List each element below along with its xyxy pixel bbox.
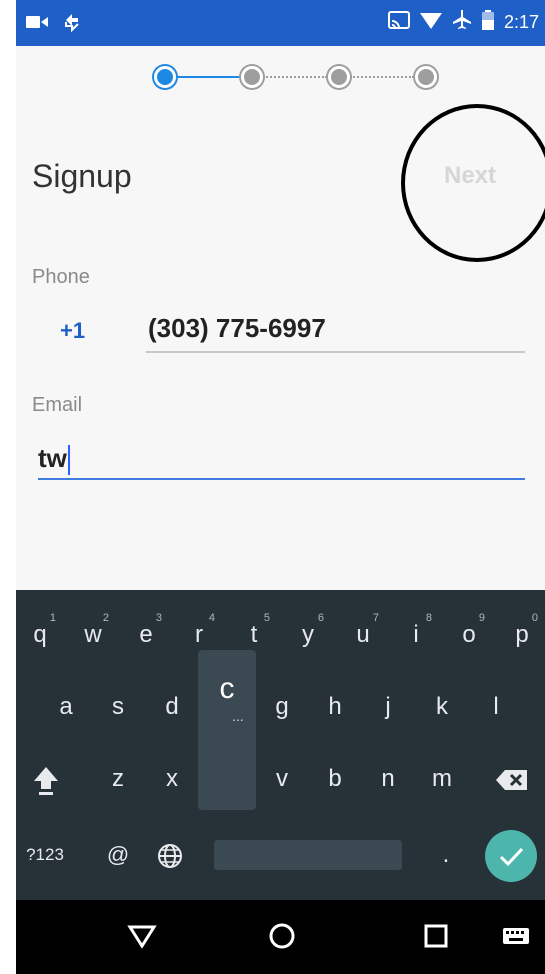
phone-input[interactable]: (303) 775-6997 — [148, 313, 326, 344]
key-s[interactable]: s — [96, 680, 140, 734]
key-j[interactable]: j — [366, 680, 410, 734]
popup-key-c[interactable]: c — [198, 672, 256, 706]
key-d[interactable]: d — [150, 680, 194, 734]
key-v[interactable]: v — [260, 752, 304, 806]
shift-key[interactable] — [24, 752, 68, 806]
page-title: Signup — [32, 158, 132, 194]
at-key[interactable]: @ — [96, 828, 140, 882]
key-a[interactable]: a — [44, 680, 88, 734]
home-button[interactable] — [252, 900, 312, 974]
key-p[interactable]: 0p — [500, 608, 544, 662]
key-k[interactable]: k — [420, 680, 464, 734]
shift-icon — [34, 766, 58, 795]
backspace-key[interactable] — [490, 752, 534, 806]
key-g[interactable]: g — [260, 680, 304, 734]
text-cursor — [67, 445, 70, 476]
space-key[interactable] — [214, 840, 402, 870]
battery-icon — [481, 10, 494, 35]
video-icon — [26, 14, 48, 35]
step-connector — [350, 76, 414, 78]
backspace-icon — [496, 769, 527, 790]
wifi-icon — [419, 11, 442, 34]
key-b[interactable]: b — [313, 752, 357, 806]
key-q[interactable]: 1q — [18, 608, 62, 662]
step-3-indicator — [328, 66, 350, 88]
checkmark-icon — [499, 847, 524, 867]
symbols-key[interactable]: ?123 — [20, 828, 70, 882]
step-4-indicator — [415, 66, 437, 88]
highlight-circle-annotation — [401, 104, 545, 262]
home-circle-icon — [269, 923, 295, 948]
key-popup: c ... — [198, 650, 256, 810]
recents-button[interactable] — [406, 900, 466, 974]
airplane-icon — [452, 10, 472, 35]
step-connector — [176, 76, 240, 78]
keyboard-icon — [503, 927, 529, 944]
key-l[interactable]: l — [474, 680, 518, 734]
back-button[interactable] — [112, 900, 172, 974]
key-w[interactable]: 2w — [71, 608, 115, 662]
key-m[interactable]: m — [420, 752, 464, 806]
key-y[interactable]: 6y — [286, 608, 330, 662]
phone-input-underline — [146, 351, 525, 353]
step-2-indicator — [241, 66, 263, 88]
status-bar: 2:17 — [16, 0, 545, 46]
popup-more-indicator: ... — [232, 708, 244, 724]
app-screen: 2:17 Signup Next Phone +1 (303) 775-6997… — [16, 0, 545, 974]
key-z[interactable]: z — [96, 752, 140, 806]
cast-icon — [387, 11, 410, 34]
globe-icon — [158, 843, 182, 868]
key-i[interactable]: 8i — [394, 608, 438, 662]
keyboard-switch-button[interactable] — [494, 900, 538, 974]
signup-progress-stepper — [146, 62, 446, 92]
key-n[interactable]: n — [366, 752, 410, 806]
email-input[interactable]: tw — [38, 443, 70, 476]
key-e[interactable]: 3e — [124, 608, 168, 662]
sync-icon — [62, 12, 82, 37]
phone-label: Phone — [32, 266, 90, 288]
email-input-text: tw — [38, 443, 67, 473]
key-u[interactable]: 7u — [341, 608, 385, 662]
recents-square-icon — [424, 924, 448, 947]
back-triangle-icon — [127, 925, 157, 949]
key-o[interactable]: 9o — [447, 608, 491, 662]
period-key[interactable]: . — [424, 828, 468, 882]
step-connector — [263, 76, 327, 78]
key-h[interactable]: h — [313, 680, 357, 734]
language-key[interactable] — [148, 828, 192, 882]
done-key[interactable] — [485, 830, 537, 882]
email-label: Email — [32, 394, 83, 416]
key-x[interactable]: x — [150, 752, 194, 806]
navigation-bar — [16, 900, 545, 974]
country-code-selector[interactable]: +1 — [60, 318, 85, 344]
clock: 2:17 — [503, 12, 539, 32]
email-input-underline — [38, 478, 525, 480]
step-1-indicator — [154, 66, 176, 88]
